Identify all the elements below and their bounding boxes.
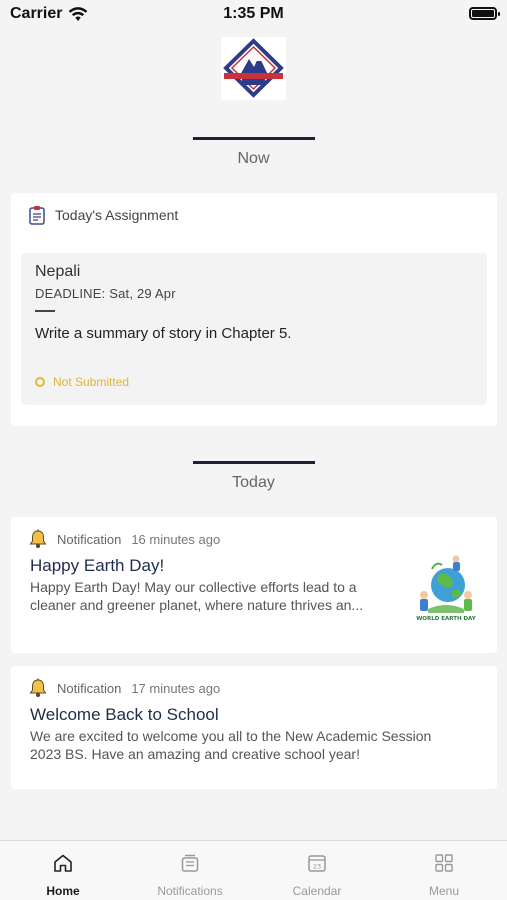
tab-notifications-label: Notifications — [157, 884, 223, 898]
grid-icon — [435, 854, 453, 872]
notification-type: Notification — [57, 680, 122, 696]
section-title-today: Today — [232, 474, 275, 491]
tab-bar: Home Notifications 23 Calendar Menu — [0, 840, 507, 900]
tab-menu[interactable]: Menu — [381, 841, 507, 900]
notification-type: Notification — [57, 531, 122, 547]
notification-body-line: cleaner and greener planet, where nature… — [30, 597, 364, 613]
calendar-date: 23 — [313, 863, 321, 871]
status-bar: Carrier 1:35 PM — [0, 0, 507, 30]
thumbnail-caption: WORLD EARTH DAY — [416, 616, 477, 622]
assignment-deadline: DEADLINE: Sat, 29 Apr — [35, 286, 176, 301]
notification-time: 17 minutes ago — [131, 680, 221, 696]
school-logo — [221, 37, 286, 100]
battery-icon — [469, 7, 500, 20]
home-icon — [54, 854, 72, 872]
notification-header: Notification 17 minutes ago — [29, 678, 220, 698]
notification-time: 16 minutes ago — [131, 531, 221, 547]
assignment-header-label: Today's Assignment — [55, 207, 179, 223]
tab-home[interactable]: Home — [0, 841, 126, 900]
divider — [35, 310, 55, 312]
notification-card[interactable]: Notification 17 minutes ago Welcome Back… — [11, 666, 497, 789]
tab-menu-label: Menu — [428, 884, 460, 898]
assignment-card[interactable]: Today's Assignment Nepali DEADLINE: Sat,… — [11, 193, 497, 426]
submission-status-label: Not Submitted — [53, 375, 130, 389]
now-divider — [193, 137, 315, 140]
notification-title: Welcome Back to School — [30, 705, 219, 724]
notifications-icon — [181, 854, 199, 872]
status-dot-icon — [35, 377, 45, 387]
notification-header: Notification 16 minutes ago — [29, 529, 220, 549]
notification-card[interactable]: Notification 16 minutes ago Happy Earth … — [11, 517, 497, 653]
assignment-subject: Nepali — [35, 263, 81, 280]
today-divider — [193, 461, 315, 464]
submission-status: Not Submitted — [35, 375, 129, 389]
tab-home-label: Home — [46, 884, 80, 898]
notification-body-line: We are excited to welcome you all to the… — [30, 728, 432, 744]
tab-calendar-label: Calendar — [292, 884, 342, 898]
notification-body: We are excited to welcome you all to the… — [30, 727, 431, 763]
calendar-icon: 23 — [308, 855, 326, 872]
tab-notifications[interactable]: Notifications — [127, 841, 253, 900]
notification-body: Happy Earth Day! May our collective effo… — [30, 578, 363, 614]
notification-thumbnail[interactable]: WORLD EARTH DAY — [408, 547, 484, 625]
notification-body-line: 2023 BS. Have an amazing and creative sc… — [30, 746, 360, 762]
notification-body-line: Happy Earth Day! May our collective effo… — [30, 579, 357, 595]
notification-title: Happy Earth Day! — [30, 556, 165, 575]
tab-calendar[interactable]: 23 Calendar — [254, 841, 380, 900]
bell-icon — [29, 678, 47, 697]
clock: 1:35 PM — [223, 5, 284, 22]
assignment-item[interactable]: Nepali DEADLINE: Sat, 29 Apr Write a sum… — [21, 253, 487, 405]
assignment-task: Write a summary of story in Chapter 5. — [35, 325, 292, 342]
section-title-now: Now — [237, 150, 270, 167]
assignment-header: Today's Assignment — [29, 205, 178, 225]
clipboard-icon — [29, 206, 45, 225]
bell-icon — [29, 529, 47, 548]
